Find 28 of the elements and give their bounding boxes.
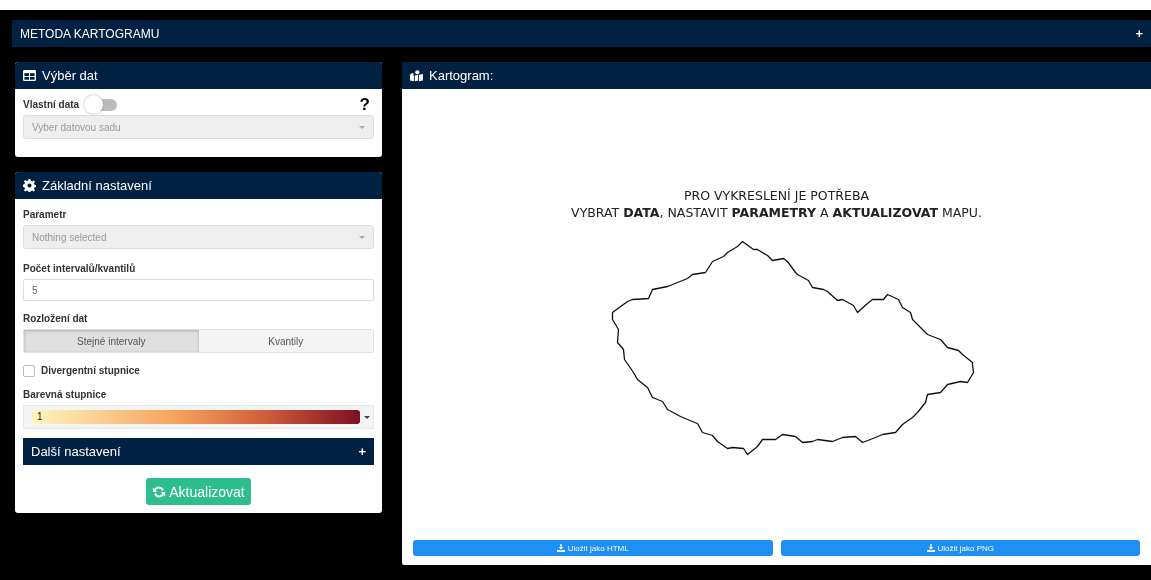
instruction-text: VYBRAT DATA, NASTAVIT PARAMETRY A AKTUALIZOVAT MAPU.: [571, 204, 982, 221]
checkbox[interactable]: [23, 365, 35, 377]
field-label: Rozložení dat: [23, 313, 89, 324]
field-label: Vlastní data: [23, 99, 80, 110]
collapsible-header[interactable]: Další nastavení +: [23, 438, 374, 465]
panel-title: Základní nastavení: [42, 178, 152, 193]
segment-button[interactable]: Stejné intervaly: [24, 330, 199, 352]
download-icon: [926, 544, 935, 552]
panel-title: Výběr dat: [42, 68, 98, 83]
refresh-icon: [152, 484, 167, 499]
table-icon: [23, 69, 36, 82]
segment-button[interactable]: Kvantily: [198, 330, 373, 352]
download-icon: [556, 544, 565, 552]
input-field[interactable]: 5: [23, 279, 374, 301]
download-button[interactable]: Uložit jako PNG: [780, 540, 1140, 556]
map-icon: [410, 69, 423, 82]
field-label: Barevná stupnice: [23, 389, 108, 400]
expand-toggle[interactable]: +: [1135, 26, 1143, 41]
app-title: METODA KARTOGRAMU: [20, 26, 160, 41]
color-scale-select[interactable]: 1: [23, 405, 374, 429]
field-label: Počet intervalů/kvantilů: [23, 263, 137, 274]
download-button[interactable]: Uložit jako HTML: [413, 540, 773, 556]
help-icon[interactable]: ?: [359, 95, 370, 115]
field-label: Parametr: [23, 209, 68, 220]
gear-icon: [23, 179, 36, 192]
checkbox-label: Divergentní stupnice: [41, 365, 140, 376]
instruction-text: PRO VYKRESLENÍ JE POTŘEBA: [682, 187, 871, 204]
panel-title: Kartogram:: [429, 68, 494, 83]
